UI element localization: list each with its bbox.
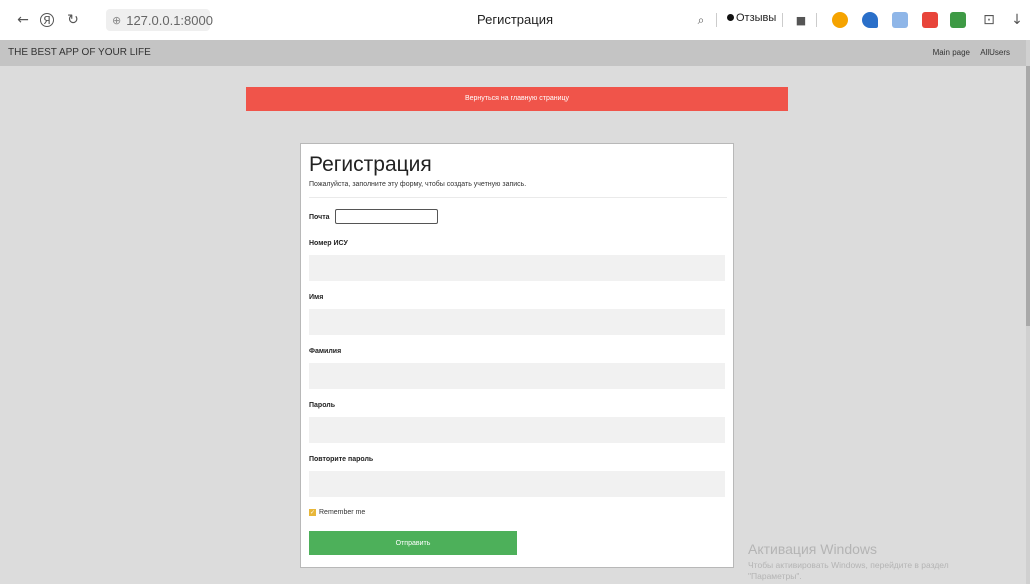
first-name-label: Имя: [309, 294, 324, 301]
reviews-label: Отзывы: [736, 12, 777, 24]
password-label: Пароль: [309, 402, 336, 409]
extension-blue-icon[interactable]: [862, 12, 878, 28]
remember-me-label: Remember me: [319, 509, 366, 516]
toolbar-divider: [716, 13, 717, 27]
extension-orange-icon[interactable]: [832, 12, 848, 28]
reload-icon[interactable]: ↻: [64, 11, 82, 29]
back-to-main-button[interactable]: Вернуться на главную страницу: [246, 87, 788, 111]
extension-green-icon[interactable]: [950, 12, 966, 28]
isu-input[interactable]: [309, 255, 725, 281]
last-name-input[interactable]: [309, 363, 725, 389]
form-subtitle: Пожалуйста, заполните эту форму, чтобы с…: [309, 181, 527, 188]
nav-main-page[interactable]: Main page: [933, 48, 970, 57]
registration-form: Регистрация Пожалуйста, заполните эту фо…: [300, 143, 734, 568]
browser-toolbar: ← Я ↻ ⊕ 127.0.0.1:8000 Регистрация ⌕ Отз…: [0, 0, 1030, 40]
email-label: Почта: [309, 214, 330, 221]
last-name-label: Фамилия: [309, 348, 342, 355]
first-name-input[interactable]: [309, 309, 725, 335]
watermark-line2: "Параметры".: [748, 571, 802, 581]
windows-activation-watermark: Активация Windows Чтобы активировать Win…: [748, 541, 949, 582]
toolbar-divider: [782, 13, 783, 27]
yandex-icon[interactable]: Я: [40, 13, 54, 27]
address-bar[interactable]: ⊕ 127.0.0.1:8000: [106, 9, 213, 31]
back-arrow-icon[interactable]: ←: [14, 11, 32, 29]
reviews-button[interactable]: Отзывы: [727, 12, 776, 24]
app-header: THE BEST APP OF YOUR LIFE Main page AllU…: [0, 40, 1030, 66]
extensions-menu-icon[interactable]: ⊡: [980, 11, 998, 29]
submit-button[interactable]: Отправить: [309, 531, 517, 555]
url-text: 127.0.0.1:8000: [126, 12, 213, 28]
extension-cloud-icon[interactable]: [892, 12, 908, 28]
watermark-line1: Чтобы активировать Windows, перейдите в …: [748, 560, 949, 570]
repeat-password-input[interactable]: [309, 471, 725, 497]
app-brand[interactable]: THE BEST APP OF YOUR LIFE: [8, 47, 151, 58]
site-info-icon[interactable]: ⊕: [112, 14, 121, 27]
watermark-title: Активация Windows: [748, 541, 878, 557]
form-divider: [309, 197, 727, 198]
bookmark-icon[interactable]: ■: [792, 11, 810, 29]
toolbar-divider: [816, 13, 817, 27]
reviews-dot-icon: [727, 14, 734, 21]
form-title: Регистрация: [309, 153, 432, 176]
repeat-password-label: Повторите пароль: [309, 456, 374, 463]
search-icon[interactable]: ⌕: [692, 11, 710, 29]
remember-me-row[interactable]: ✓ Remember me: [309, 509, 365, 516]
download-icon[interactable]: ↓: [1008, 11, 1026, 29]
extension-red-icon[interactable]: [922, 12, 938, 28]
remember-me-checkbox[interactable]: ✓: [309, 509, 316, 516]
email-input[interactable]: [335, 209, 438, 224]
app-nav: Main page AllUsers: [925, 48, 1010, 57]
isu-label: Номер ИСУ: [309, 240, 348, 247]
page-scrollbar-thumb[interactable]: [1026, 66, 1030, 326]
nav-all-users[interactable]: AllUsers: [980, 48, 1010, 57]
password-input[interactable]: [309, 417, 725, 443]
